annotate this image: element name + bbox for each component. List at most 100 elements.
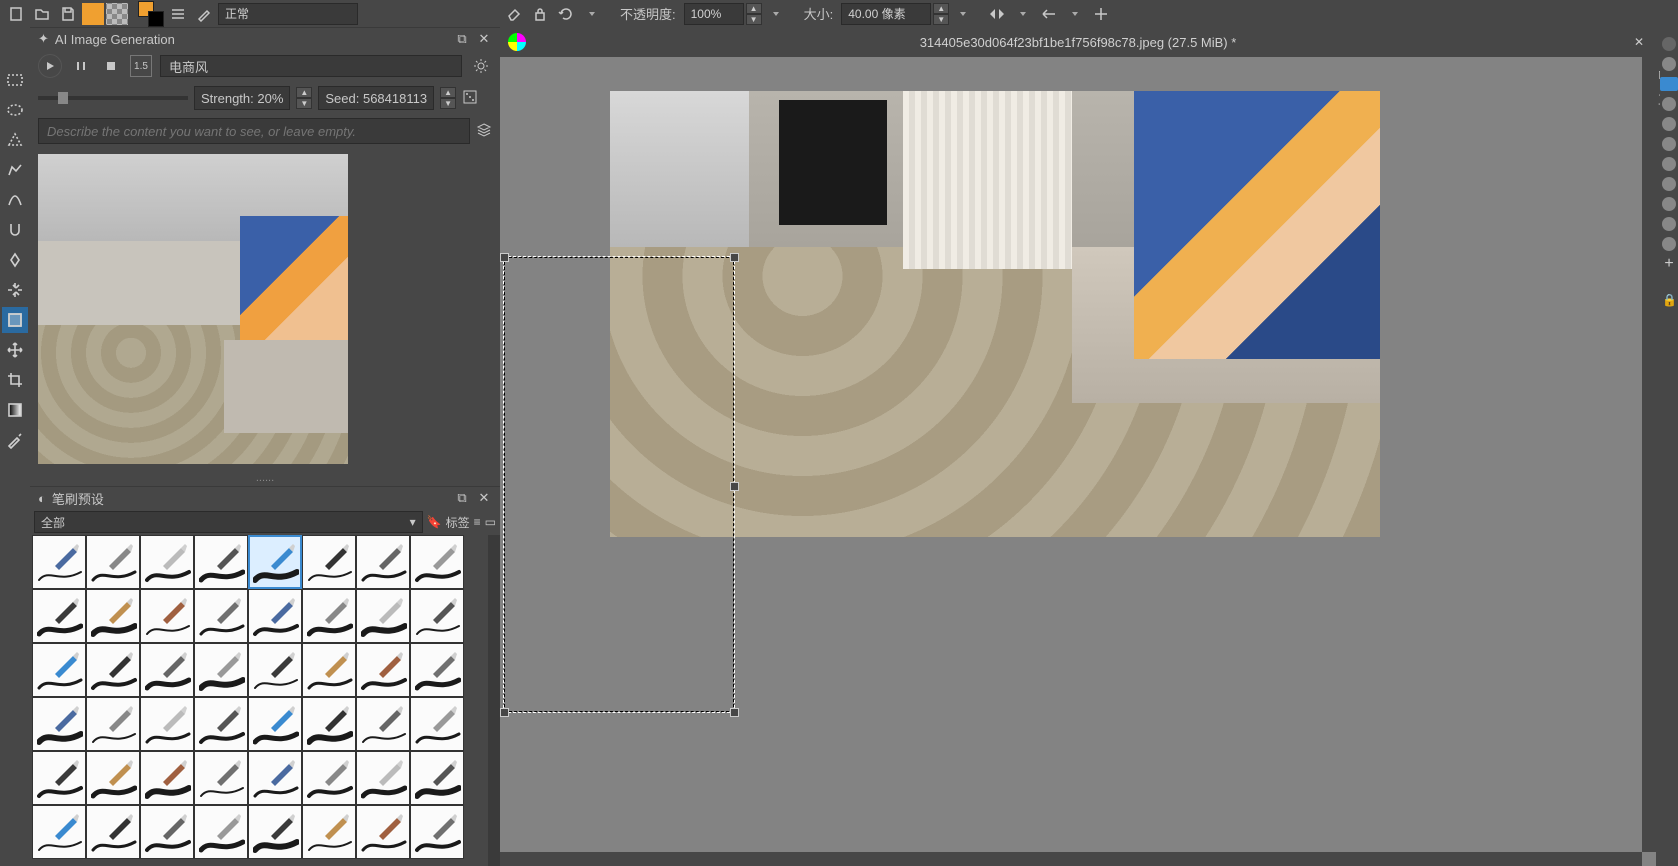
brush-filter-select[interactable]: 全部▾ — [34, 511, 423, 533]
brush-preset[interactable] — [32, 805, 86, 859]
brush-preset[interactable] — [140, 589, 194, 643]
brush-preset[interactable] — [32, 697, 86, 751]
reload-preset-icon[interactable] — [554, 2, 578, 26]
transform-handle-nw[interactable] — [500, 253, 509, 262]
close-docker-icon[interactable]: ✕ — [476, 31, 492, 47]
brush-preset[interactable] — [140, 805, 194, 859]
brush-preset[interactable] — [248, 751, 302, 805]
brush-preset[interactable] — [194, 805, 248, 859]
brush-preset[interactable] — [32, 535, 86, 589]
storage-icon[interactable]: ▭ — [485, 515, 496, 529]
bezier-select-tool[interactable] — [2, 187, 28, 213]
brush-preset[interactable] — [248, 805, 302, 859]
float-docker-icon[interactable]: ⧉ — [454, 490, 470, 506]
size-input[interactable] — [841, 3, 931, 25]
brush-preset[interactable] — [410, 751, 464, 805]
save-file-icon[interactable] — [56, 2, 80, 26]
blend-mode-select[interactable] — [218, 3, 358, 25]
brush-preset[interactable] — [32, 643, 86, 697]
background-swatch[interactable] — [106, 3, 128, 25]
brush-preset[interactable] — [248, 535, 302, 589]
canvas-scrollbar-horizontal[interactable] — [500, 852, 1642, 866]
brush-preset[interactable] — [32, 589, 86, 643]
brush-preset[interactable] — [194, 751, 248, 805]
strip-icon[interactable] — [1662, 157, 1676, 171]
strip-icon[interactable] — [1662, 137, 1676, 151]
style-preset-select[interactable]: 电商风 — [160, 55, 462, 77]
pause-button[interactable] — [70, 55, 92, 77]
list-view-icon[interactable]: ≡ — [474, 515, 481, 529]
brush-preset[interactable] — [302, 643, 356, 697]
brush-preset[interactable] — [302, 751, 356, 805]
strength-field[interactable]: Strength: 20% — [194, 86, 290, 110]
brush-preset[interactable] — [302, 697, 356, 751]
size-spinner[interactable]: ▲▼ — [933, 3, 949, 25]
brush-scrollbar[interactable] — [488, 535, 500, 866]
strength-slider[interactable] — [38, 96, 188, 100]
brush-preset[interactable] — [248, 589, 302, 643]
brush-preset[interactable] — [86, 535, 140, 589]
opacity-input[interactable] — [684, 3, 744, 25]
brush-preset[interactable] — [140, 697, 194, 751]
brush-preset[interactable] — [140, 751, 194, 805]
random-seed-icon[interactable] — [462, 89, 478, 108]
strip-icon-active[interactable] — [1660, 77, 1678, 91]
strip-icon[interactable] — [1662, 237, 1676, 251]
dropdown-arrow-icon[interactable] — [951, 2, 975, 26]
brush-preset[interactable] — [86, 643, 140, 697]
mirror-v-icon[interactable] — [1037, 2, 1061, 26]
wrap-around-icon[interactable] — [1089, 2, 1113, 26]
brush-preset[interactable] — [410, 805, 464, 859]
close-tab-icon[interactable]: ✕ — [1630, 33, 1648, 51]
brush-preset[interactable] — [410, 589, 464, 643]
move-tool[interactable] — [2, 337, 28, 363]
brush-preset[interactable] — [86, 751, 140, 805]
seed-field[interactable]: Seed: 568418113 — [318, 86, 434, 110]
brush-preset[interactable] — [356, 805, 410, 859]
rect-select-tool[interactable] — [2, 67, 28, 93]
mirror-h-icon[interactable] — [985, 2, 1009, 26]
brush-preset[interactable] — [356, 751, 410, 805]
eraser-mode-icon[interactable] — [502, 2, 526, 26]
brush-preset[interactable] — [86, 589, 140, 643]
dropdown-arrow-icon[interactable] — [1063, 2, 1087, 26]
transform-handle-se[interactable] — [730, 708, 739, 717]
strip-icon[interactable] — [1662, 97, 1676, 111]
brush-preset[interactable] — [410, 643, 464, 697]
brush-preset[interactable] — [356, 535, 410, 589]
transform-handle-sw[interactable] — [500, 708, 509, 717]
ellipse-select-tool[interactable] — [2, 97, 28, 123]
new-file-icon[interactable] — [4, 2, 28, 26]
tag-bookmark-icon[interactable]: 🔖 — [427, 515, 442, 529]
dropdown-arrow-icon[interactable] — [764, 2, 788, 26]
brush-preset[interactable] — [302, 589, 356, 643]
transform-tool[interactable] — [2, 307, 28, 333]
polygon-select-tool[interactable] — [2, 127, 28, 153]
brush-preset[interactable] — [194, 589, 248, 643]
generate-button[interactable] — [38, 54, 62, 78]
color-picker-tool[interactable] — [2, 427, 28, 453]
brush-preset[interactable] — [194, 643, 248, 697]
layers-icon[interactable] — [476, 122, 492, 141]
brush-preset[interactable] — [356, 697, 410, 751]
strip-plus-icon[interactable]: + — [1662, 257, 1676, 271]
brush-preset[interactable] — [194, 535, 248, 589]
brush-preset[interactable] — [86, 697, 140, 751]
settings-gear-icon[interactable] — [470, 55, 492, 77]
close-docker-icon[interactable]: ✕ — [476, 490, 492, 506]
brush-preset[interactable] — [356, 589, 410, 643]
foreground-swatch[interactable] — [82, 3, 104, 25]
crop-tool[interactable] — [2, 367, 28, 393]
seed-spinner[interactable]: ▲▼ — [440, 87, 456, 109]
transform-bounding-box[interactable] — [504, 257, 734, 712]
brush-preset[interactable] — [248, 643, 302, 697]
strip-icon[interactable] — [1662, 37, 1676, 51]
brush-preset[interactable] — [32, 751, 86, 805]
gradient-tool[interactable] — [2, 397, 28, 423]
brush-preset[interactable] — [140, 643, 194, 697]
brush-edit-icon[interactable] — [192, 2, 216, 26]
contiguous-select-tool[interactable] — [2, 247, 28, 273]
brush-preset[interactable] — [302, 805, 356, 859]
brush-preset[interactable] — [410, 697, 464, 751]
strip-icon[interactable] — [1662, 117, 1676, 131]
